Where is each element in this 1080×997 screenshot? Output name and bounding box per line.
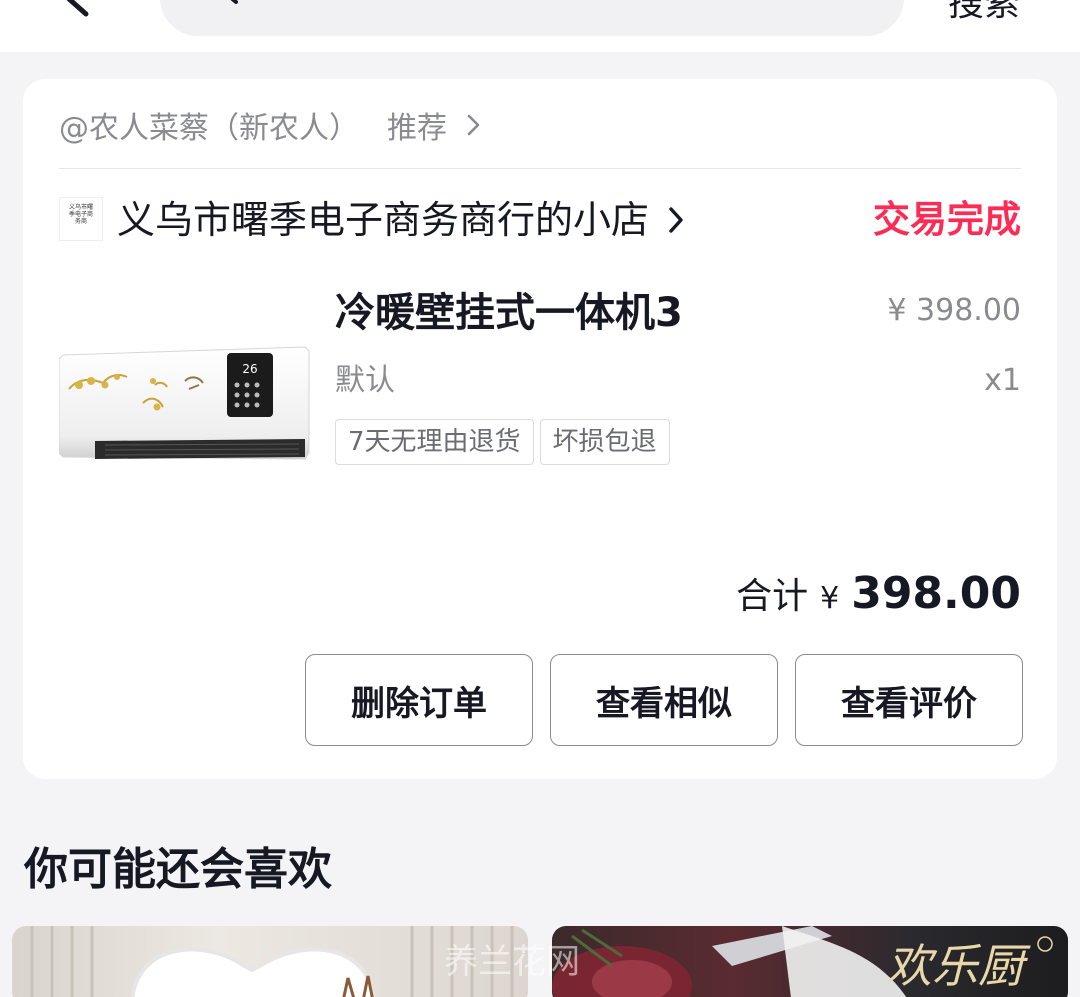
view-review-button[interactable]: 查看评价 — [795, 654, 1023, 746]
product-image[interactable]: 26 — [59, 341, 313, 465]
back-arrow-icon[interactable] — [58, 0, 98, 18]
shop-logo[interactable]: 义乌市曙 季电子商 务商 — [59, 197, 103, 241]
service-tag: 7天无理由退货 — [335, 419, 534, 465]
order-status: 交易完成 — [873, 198, 1021, 241]
total-amount: 398.00 — [851, 568, 1021, 619]
total-currency: ¥ — [820, 581, 840, 616]
product-price: ¥ 398.00 — [887, 293, 1021, 328]
service-tags: 7天无理由退货 坏损包退 — [335, 419, 670, 465]
view-similar-button[interactable]: 查看相似 — [550, 654, 778, 746]
svg-text:26: 26 — [242, 362, 257, 376]
product-spec: 默认 — [335, 363, 395, 398]
shop-link[interactable]: 义乌市曙季电子商务商行的小店 — [117, 195, 689, 245]
product-quantity: x1 — [984, 363, 1021, 398]
search-icon — [230, 0, 238, 4]
recommender-row[interactable]: @农人菜蔡（新农人） 推荐 — [59, 103, 485, 147]
product-title[interactable]: 冷暖壁挂式一体机3 — [335, 287, 683, 339]
feed-card[interactable]: 欢乐厨 — [552, 926, 1068, 997]
delete-order-button[interactable]: 删除订单 — [305, 654, 533, 746]
recommendations-heading: 你可能还会喜欢 — [24, 844, 332, 895]
feed-card-brand: 欢乐厨 — [886, 939, 1024, 993]
top-bar: 空调 搜索 — [0, 0, 1080, 52]
chevron-right-icon — [669, 207, 683, 233]
divider — [59, 168, 1021, 169]
search-input[interactable]: 空调 — [160, 0, 904, 36]
order-total: 合计 ¥ 398.00 — [736, 567, 1021, 619]
watermark: 养兰花网 — [444, 942, 580, 982]
recommend-label: 推荐 — [387, 111, 447, 146]
recommender-name: @农人菜蔡（新农人） — [59, 111, 359, 146]
shop-name: 义乌市曙季电子商务商行的小店 — [117, 198, 650, 242]
chevron-right-icon — [467, 114, 480, 136]
order-card: @农人菜蔡（新农人） 推荐 义乌市曙 季电子商 务商 义乌市曙季电子商务商行的小… — [23, 79, 1057, 779]
search-button[interactable]: 搜索 — [948, 0, 1020, 22]
service-tag: 坏损包退 — [539, 419, 670, 465]
total-label: 合计 — [736, 576, 809, 617]
